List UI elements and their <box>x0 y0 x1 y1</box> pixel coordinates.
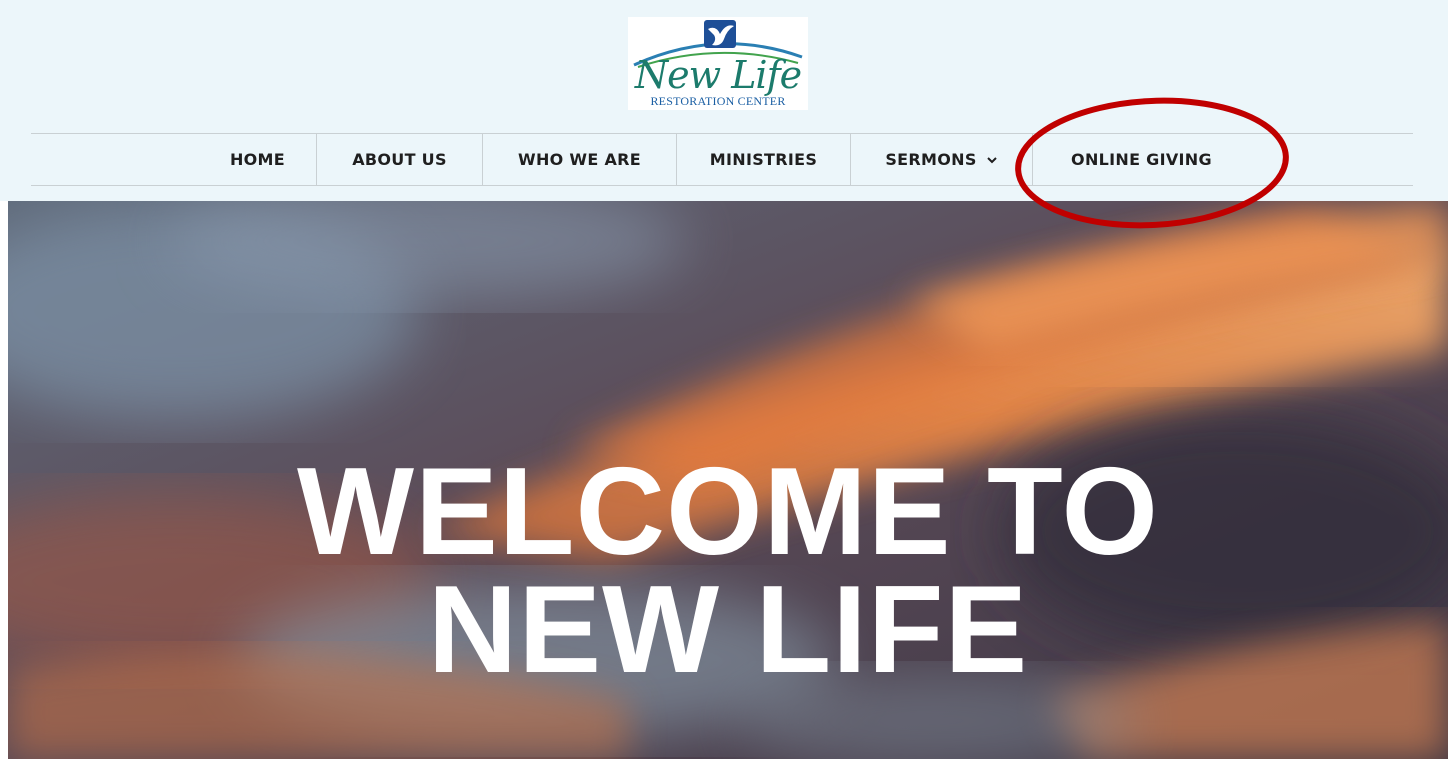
page: New Life RESTORATION CENTER HOME ABOUT U… <box>0 0 1448 759</box>
nav-item-ministries[interactable]: MINISTRIES <box>676 134 850 185</box>
logo-subtitle: RESTORATION CENTER <box>650 94 786 108</box>
nav-item-label: ONLINE GIVING <box>1071 150 1212 169</box>
nav-item-label: MINISTRIES <box>709 150 818 169</box>
nav-divider-bottom <box>31 185 1413 186</box>
chevron-down-icon <box>986 156 997 163</box>
nav-item-label: SERMONS <box>885 150 977 169</box>
nav-item-label: ABOUT US <box>352 150 447 169</box>
nav-item-label: HOME <box>229 150 286 169</box>
nav-item-label: WHO WE ARE <box>518 150 641 169</box>
nav-item-home[interactable]: HOME <box>199 134 316 185</box>
hero-title: WELCOME TO NEW LIFE <box>297 443 1159 699</box>
nav-item-who-we-are[interactable]: WHO WE ARE <box>482 134 676 185</box>
nav-item-sermons[interactable]: SERMONS <box>850 134 1032 185</box>
logo-wordmark: New Life <box>634 53 802 97</box>
site-header: New Life RESTORATION CENTER HOME ABOUT U… <box>0 0 1448 201</box>
site-logo[interactable]: New Life RESTORATION CENTER <box>628 17 808 110</box>
nav-item-online-giving[interactable]: ONLINE GIVING <box>1032 134 1250 185</box>
nav-item-about-us[interactable]: ABOUT US <box>316 134 482 185</box>
hero-banner: WELCOME TO NEW LIFE <box>8 201 1448 759</box>
